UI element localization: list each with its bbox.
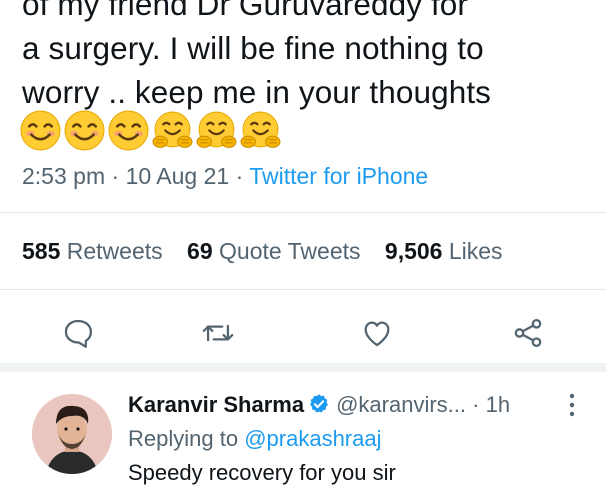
reply-separator: · (472, 392, 480, 417)
tweet-meta: 2:53 pm · 10 Aug 21 · Twitter for iPhone (22, 163, 428, 190)
likes-stat[interactable]: 9,506 Likes (385, 238, 503, 264)
reply-text: Speedy recovery for you sir (128, 460, 396, 485)
quote-tweets-stat[interactable]: 69 Quote Tweets (187, 238, 360, 264)
quote-tweets-count: 69 (187, 238, 213, 264)
share-icon (514, 318, 542, 348)
meta-separator: · (235, 163, 244, 189)
likes-count: 9,506 (384, 238, 443, 264)
hugging-face-emoji (240, 111, 281, 148)
replying-to-label: Replying to (128, 426, 239, 451)
retweets-count: 585 (22, 238, 61, 264)
divider (0, 289, 606, 290)
share-button[interactable] (508, 313, 548, 353)
likes-label: Likes (448, 238, 503, 264)
tweet-action-bar (0, 305, 606, 357)
emoji-row (20, 110, 281, 152)
replying-to-mention[interactable]: @prakashraaj (244, 426, 381, 451)
replying-to: Replying to @prakashraaj (128, 426, 382, 452)
tweet-text-line: worry .. keep me in your thoughts (22, 74, 492, 110)
like-icon (364, 321, 390, 347)
quote-tweets-label: Quote Tweets (219, 238, 361, 264)
engagement-stats: 585 Retweets 69 Quote Tweets 9,506 Likes (22, 238, 521, 265)
hugging-face-emoji (152, 111, 193, 148)
retweets-label: Retweets (66, 238, 163, 264)
tweet-text-line: of my friend Dr Guruvareddy for (22, 0, 469, 22)
smiling-face-emoji (64, 110, 105, 151)
avatar[interactable] (32, 394, 112, 474)
tweet-source-link[interactable]: Twitter for iPhone (249, 163, 428, 189)
section-separator (0, 363, 606, 372)
divider (0, 212, 606, 213)
avatar-image (32, 394, 112, 474)
retweet-button[interactable] (198, 313, 238, 353)
more-options-icon[interactable] (566, 392, 578, 418)
tweet-date: 10 Aug 21 (125, 163, 230, 189)
tweet-time: 2:53 pm (22, 163, 106, 189)
retweets-stat[interactable]: 585 Retweets (22, 238, 163, 264)
tweet-text-line: a surgery. I will be fine nothing to (22, 30, 484, 66)
hugging-face-emoji (196, 111, 237, 148)
reply-author-name[interactable]: Karanvir Sharma (128, 392, 304, 417)
reply-tweet[interactable]: Karanvir Sharma @karanvirs... · 1h Reply… (0, 372, 606, 485)
reply-header: Karanvir Sharma @karanvirs... · 1h (128, 392, 510, 418)
smiling-face-emoji (20, 110, 61, 151)
like-button[interactable] (357, 313, 397, 353)
meta-separator: · (111, 163, 120, 189)
reply-icon (64, 319, 93, 348)
retweet-icon (202, 324, 234, 342)
reply-button[interactable] (58, 313, 98, 353)
smiling-face-emoji (108, 110, 149, 151)
reply-author-handle[interactable]: @karanvirs... (336, 392, 466, 417)
tweet-text: of my friend Dr Guruvareddy for a surger… (22, 0, 597, 114)
verified-badge-icon (310, 394, 328, 413)
reply-time: 1h (485, 392, 511, 417)
